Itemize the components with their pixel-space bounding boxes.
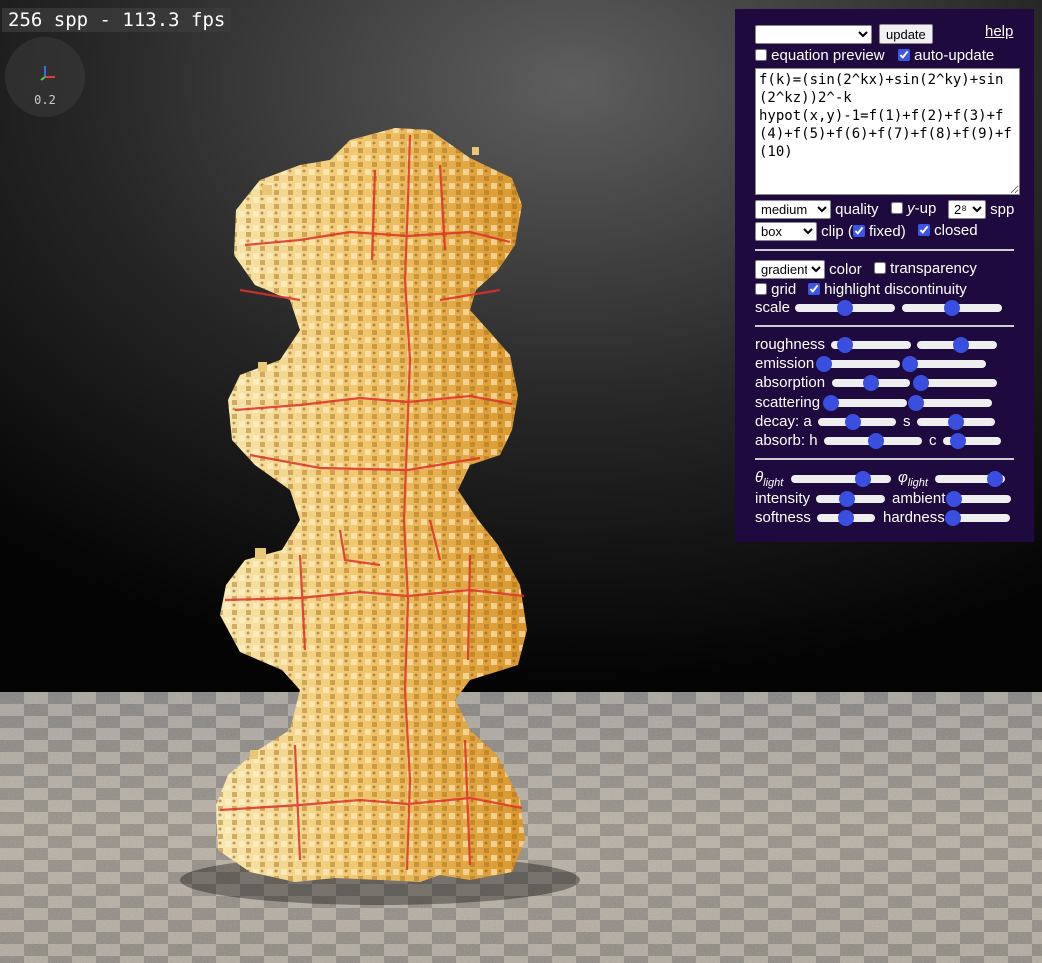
absorb-h-slider-thumb[interactable]: [867, 433, 884, 449]
highlight-discontinuity-label: highlight discontinuity: [824, 281, 967, 298]
scale-label: scale: [755, 299, 791, 316]
auto-update-checkbox[interactable]: [898, 49, 910, 61]
scattering-slider-1-thumb[interactable]: [823, 395, 839, 411]
decay-a-slider-thumb[interactable]: [845, 414, 862, 430]
clip-label: clip (: [821, 223, 853, 240]
scattering-slider-2[interactable]: [908, 395, 992, 411]
spp-label: spp: [990, 201, 1015, 218]
equation-preview-checkbox[interactable]: [755, 49, 767, 61]
phi-light-label: φlight: [898, 469, 928, 489]
preset-select[interactable]: [755, 25, 872, 44]
equation-input[interactable]: f(k)=(sin(2^kx)+sin(2^ky)+sin(2^kz))2^-k…: [755, 68, 1020, 195]
ambient-slider[interactable]: [946, 491, 1011, 507]
roughness-slider-2[interactable]: [917, 337, 997, 353]
transparency-checkbox[interactable]: [874, 262, 886, 274]
phi-light-slider-thumb[interactable]: [986, 471, 1003, 487]
fixed-checkbox[interactable]: [852, 225, 865, 237]
emission-slider-1[interactable]: [816, 356, 900, 372]
hardness-slider[interactable]: [945, 510, 1010, 526]
help-link[interactable]: help: [985, 23, 1013, 40]
absorption-slider-2-thumb[interactable]: [913, 375, 929, 391]
scattering-slider-1[interactable]: [823, 395, 907, 411]
absorb-h-slider[interactable]: [824, 433, 922, 449]
theta-light-label: θlight: [755, 469, 784, 489]
theta-light-slider[interactable]: [791, 471, 891, 487]
theta-light-slider-thumb[interactable]: [855, 471, 871, 487]
decay-a-slider[interactable]: [818, 414, 896, 430]
absorb-c-slider[interactable]: [943, 433, 1001, 449]
emission-slider-2-thumb[interactable]: [902, 356, 918, 372]
absorb-c-label: c: [929, 432, 937, 449]
absorption-slider-1[interactable]: [832, 375, 910, 391]
closed-checkbox[interactable]: [918, 224, 930, 236]
hardness-slider-thumb[interactable]: [945, 510, 961, 526]
decay-s-slider-thumb[interactable]: [948, 414, 964, 430]
phi-light-slider[interactable]: [935, 471, 1005, 487]
absorb-h-label: absorb: h: [755, 432, 818, 449]
roughness-slider-1[interactable]: [831, 337, 911, 353]
decay-s-label: s: [903, 413, 911, 430]
ambient-slider-thumb[interactable]: [946, 491, 962, 507]
color-select[interactable]: gradient: [755, 260, 825, 279]
ambient-label: ambient: [892, 490, 946, 507]
y-up-checkbox[interactable]: [891, 202, 903, 214]
softness-slider[interactable]: [817, 510, 875, 526]
quality-label: quality: [835, 201, 879, 218]
equation-preview-label: equation preview: [771, 47, 885, 64]
emission-slider-1-thumb[interactable]: [816, 356, 832, 372]
y-up-label: y-up: [907, 200, 937, 217]
control-panel: update help equation preview auto-update…: [735, 9, 1034, 542]
intensity-slider[interactable]: [816, 491, 885, 507]
decay-s-slider[interactable]: [917, 414, 995, 430]
fixed-label: fixed): [869, 223, 906, 240]
intensity-label: intensity: [755, 490, 811, 507]
scale-slider-2[interactable]: [902, 300, 1002, 316]
emission-label: emission: [755, 355, 815, 372]
emission-slider-2[interactable]: [902, 356, 986, 372]
grid-label: grid: [771, 281, 797, 298]
decay-a-label: decay: a: [755, 413, 812, 430]
scale-slider-1[interactable]: [795, 300, 895, 316]
spp-select[interactable]: 2⁸: [948, 200, 986, 219]
axes-scale-label: 0.2: [34, 93, 56, 107]
color-label: color: [829, 261, 862, 278]
divider: [755, 325, 1014, 327]
clip-select[interactable]: box: [755, 222, 817, 241]
scattering-slider-2-thumb[interactable]: [908, 395, 924, 411]
roughness-slider-1-thumb[interactable]: [837, 337, 854, 353]
scale-slider-2-thumb[interactable]: [944, 300, 960, 316]
divider: [755, 249, 1014, 251]
transparency-label: transparency: [890, 260, 977, 277]
scattering-label: scattering: [755, 394, 821, 411]
grid-checkbox[interactable]: [755, 283, 767, 295]
roughness-slider-2-thumb[interactable]: [953, 337, 969, 353]
absorption-label: absorption: [755, 374, 826, 391]
closed-label: closed: [934, 222, 978, 239]
highlight-discontinuity-checkbox[interactable]: [808, 283, 820, 295]
intensity-slider-thumb[interactable]: [839, 491, 856, 507]
absorption-slider-2[interactable]: [913, 375, 997, 391]
softness-label: softness: [755, 509, 811, 526]
scale-slider-1-thumb[interactable]: [837, 300, 853, 316]
render-stats: 256 spp - 113.3 fps: [2, 8, 232, 32]
softness-slider-thumb[interactable]: [838, 510, 854, 526]
absorb-c-slider-thumb[interactable]: [949, 433, 966, 449]
axes-gizmo[interactable]: 0.2: [5, 37, 85, 117]
roughness-label: roughness: [755, 336, 826, 353]
update-button[interactable]: update: [879, 24, 933, 44]
divider: [755, 458, 1014, 460]
absorption-slider-1-thumb[interactable]: [863, 375, 879, 391]
auto-update-label: auto-update: [914, 47, 995, 64]
quality-select[interactable]: medium: [755, 200, 831, 219]
hardness-label: hardness: [883, 509, 945, 526]
